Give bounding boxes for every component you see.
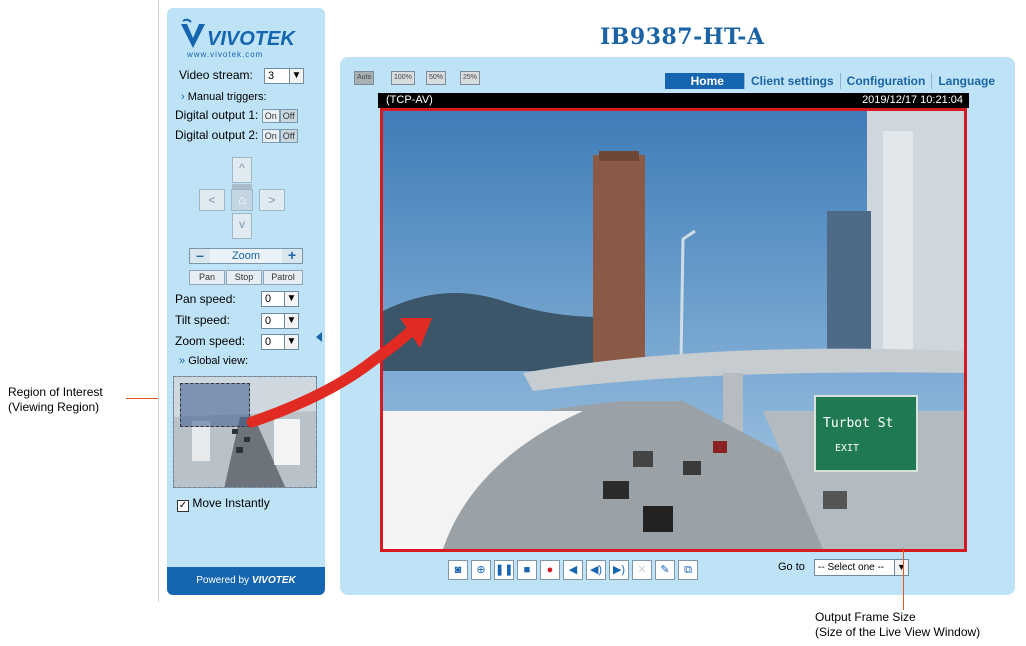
screenshot-stage: Region of Interest (Viewing Region) VIVO… — [0, 0, 1026, 646]
output-annotation-line2: (Size of the Live View Window) — [815, 625, 981, 639]
output-annotation-connector — [903, 548, 904, 610]
roi-to-view-arrow — [246, 318, 432, 428]
output-annotation: Output Frame Size (Size of the Live View… — [815, 610, 980, 640]
output-annotation-line1: Output Frame Size — [815, 610, 916, 624]
